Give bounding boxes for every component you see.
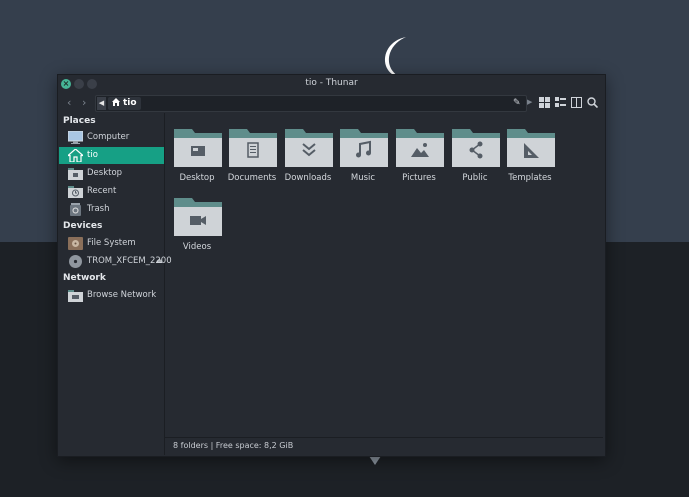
sidebar-item-desktop[interactable]: Desktop — [59, 165, 164, 182]
edit-location-icon[interactable]: ✎ — [513, 97, 522, 109]
sidebar-item-label: File System — [87, 238, 136, 248]
search-icon[interactable] — [587, 97, 598, 108]
home-icon — [68, 149, 83, 162]
harddisk-icon — [68, 237, 83, 250]
network-header: Network — [63, 273, 106, 283]
statusbar: 8 folders | Free space: 8,2 GiB — [165, 437, 603, 456]
downloads-folder-icon — [285, 129, 333, 167]
music-folder-icon — [340, 129, 388, 167]
folder-item[interactable]: Music — [336, 117, 390, 183]
desktop-folder-icon — [68, 168, 83, 180]
computer-icon — [68, 131, 83, 144]
crumb-scroll-right-icon[interactable]: ▶ — [527, 98, 532, 106]
templates-folder-icon — [507, 129, 555, 167]
breadcrumb-label: tio — [123, 98, 137, 108]
location-bar[interactable]: ◀ tio ✎ — [95, 95, 527, 112]
folder-item[interactable]: Documents — [225, 117, 279, 183]
home-icon — [112, 98, 120, 106]
folder-view: Desktop Documents Downloads Music Pictur… — [165, 113, 603, 437]
desktop-folder-icon — [174, 129, 222, 167]
folder-item[interactable]: Pictures — [392, 117, 446, 183]
dock-indicator-icon — [369, 456, 381, 465]
devices-header: Devices — [63, 221, 103, 231]
titlebar: × tio - Thunar — [58, 75, 605, 93]
sidebar-item-label: Browse Network — [87, 290, 157, 300]
folder-item[interactable]: Templates — [503, 117, 557, 183]
sidebar: Places Computer tio Desktop Recent Trash… — [58, 113, 172, 455]
list-view-icon[interactable] — [555, 97, 566, 108]
sidebar-item-home[interactable]: tio — [59, 147, 164, 164]
trash-icon — [70, 203, 81, 216]
folder-item[interactable]: Public — [448, 117, 502, 183]
sidebar-item-filesystem[interactable]: File System — [59, 235, 164, 252]
eject-icon[interactable]: ⏏ — [156, 253, 163, 270]
optical-disc-icon — [69, 255, 82, 268]
forward-icon[interactable]: › — [82, 97, 86, 109]
sidebar-item-browse-network[interactable]: Browse Network — [59, 287, 164, 304]
sidebar-item-label: tio — [87, 150, 98, 160]
sidebar-item-label: Desktop — [87, 168, 123, 178]
file-manager-window: × tio - Thunar ‹ › ◀ tio ✎ ▶ Places Comp… — [57, 74, 606, 457]
folder-item[interactable]: Videos — [170, 186, 224, 252]
sidebar-item-label: Recent — [87, 186, 117, 196]
recent-folder-icon — [68, 186, 83, 198]
sidebar-item-trash[interactable]: Trash — [59, 201, 164, 218]
sidebar-item-computer[interactable]: Computer — [59, 129, 164, 146]
sidebar-item-label: Trash — [87, 204, 110, 214]
sidebar-item-recent[interactable]: Recent — [59, 183, 164, 200]
toolbar: ‹ › ◀ tio ✎ ▶ — [58, 93, 605, 113]
folder-item[interactable]: Desktop — [170, 117, 224, 183]
sidebar-item-optical-disc[interactable]: TROM_XFCEM_2200 ⏏ — [59, 253, 172, 270]
moon-icon — [384, 37, 406, 77]
status-text: 8 folders | Free space: 8,2 GiB — [173, 441, 294, 450]
network-folder-icon — [68, 290, 83, 302]
breadcrumb-current[interactable]: tio — [108, 97, 141, 110]
back-icon[interactable]: ‹ — [67, 97, 71, 109]
icon-view-icon[interactable] — [539, 97, 550, 108]
folder-label: Templates — [508, 173, 552, 183]
public-folder-icon — [452, 129, 500, 167]
pictures-folder-icon — [396, 129, 444, 167]
split-view-icon[interactable] — [571, 97, 582, 108]
sidebar-item-label: Computer — [87, 132, 130, 142]
folder-item[interactable]: Downloads — [281, 117, 335, 183]
window-title: tio - Thunar — [305, 78, 358, 88]
folder-label: Videos — [182, 242, 212, 252]
documents-folder-icon — [229, 129, 277, 167]
videos-folder-icon — [174, 198, 222, 236]
crumb-scroll-left-icon[interactable]: ◀ — [97, 97, 106, 110]
places-header: Places — [63, 116, 96, 126]
